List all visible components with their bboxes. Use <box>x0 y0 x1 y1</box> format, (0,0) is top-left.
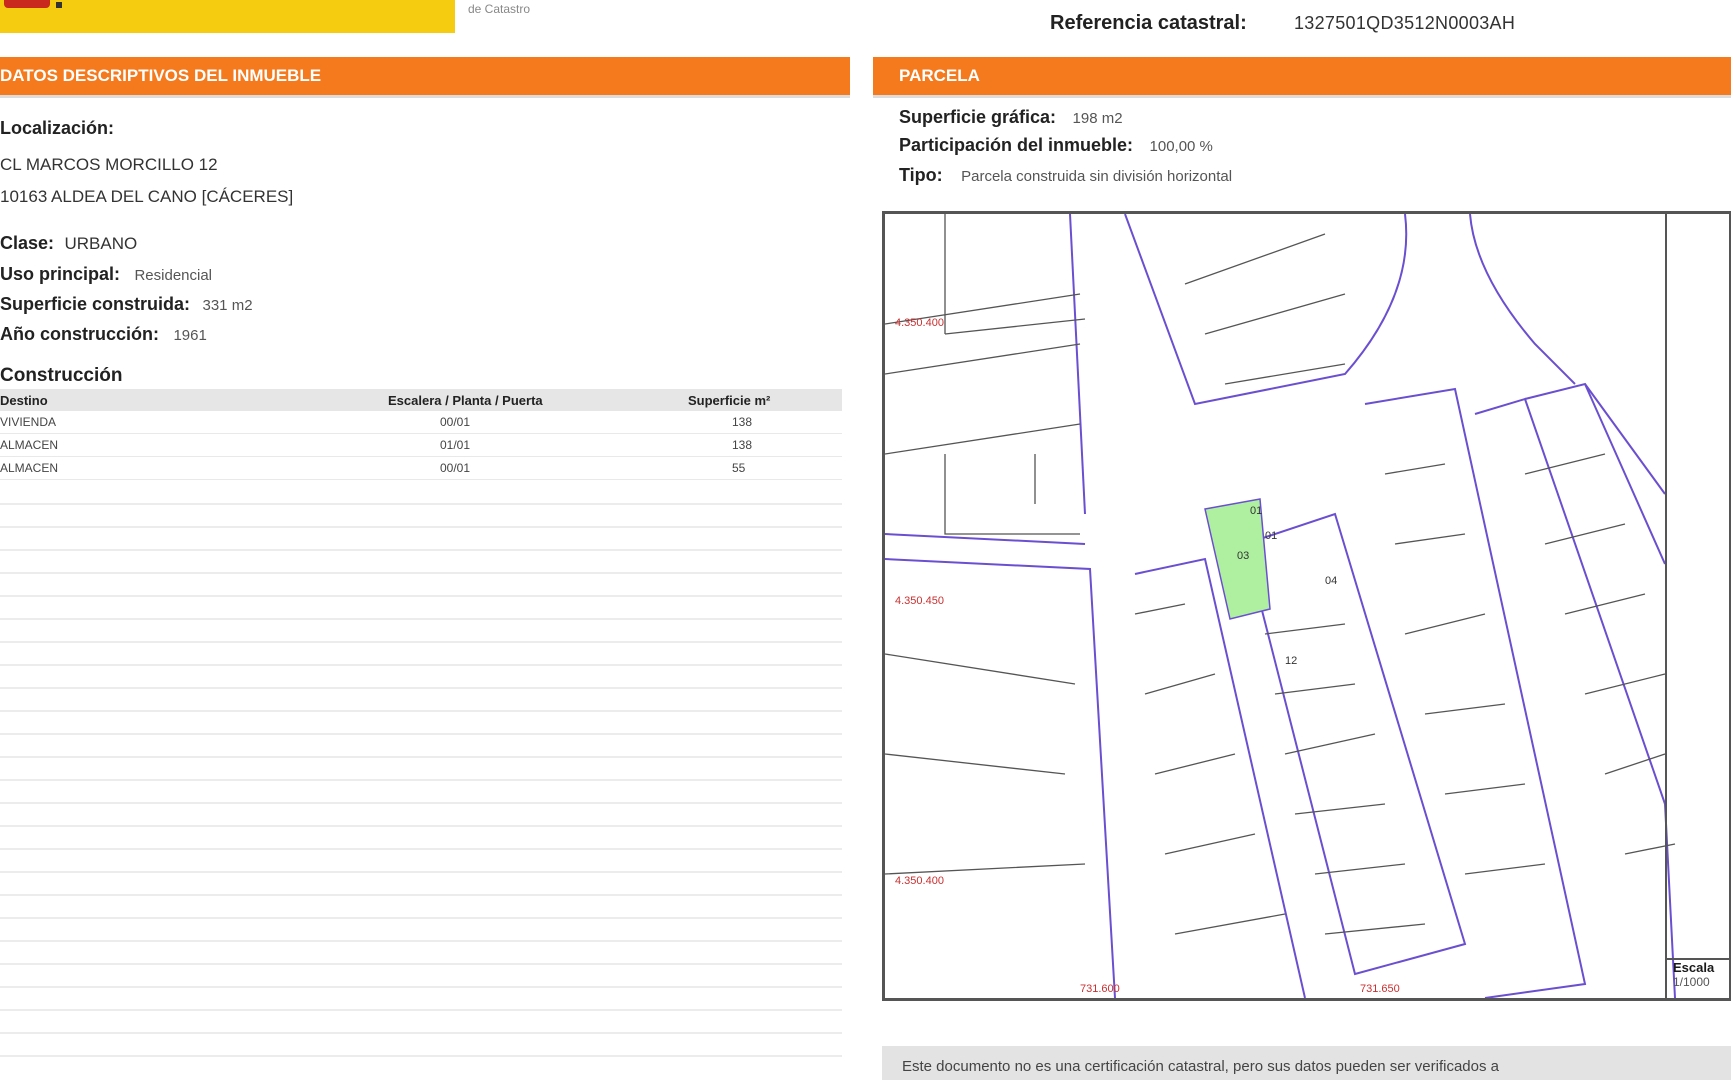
construccion-label: Construcción <box>0 365 123 386</box>
parcel-line <box>1524 453 1676 855</box>
tipo-value: Parcela construida sin división horizont… <box>961 168 1233 185</box>
sede-text: de Catastro <box>468 2 531 16</box>
anio-value: 1961 <box>173 327 207 344</box>
coord-label: 4.350.450 <box>895 595 944 607</box>
sup-grafica-row: Superficie gráfica: 198 m2 <box>899 107 1123 128</box>
anio-row: Año construcción: 1961 <box>0 324 207 345</box>
logo-mark-icon <box>56 2 62 8</box>
clase-label: Clase: <box>0 233 55 253</box>
parcel-number: 12 <box>1285 655 1297 667</box>
scale-value: 1/1000 <box>1673 975 1710 989</box>
coord-label: 731.600 <box>1080 983 1120 995</box>
cell-destino: ALMACEN <box>0 438 59 452</box>
sup-grafica-value: 198 m2 <box>1072 110 1123 127</box>
participacion-label: Participación del inmueble: <box>899 135 1134 155</box>
section-title-parcela: PARCELA <box>899 66 980 85</box>
col-header-superficie: Superficie m² <box>688 393 771 408</box>
col-header-destino: Destino <box>0 393 48 408</box>
ref-label: Referencia catastral: <box>1050 12 1247 34</box>
street-line <box>884 533 1086 545</box>
cell-destino: ALMACEN <box>0 461 59 475</box>
clase-row: Clase: URBANO <box>0 233 137 254</box>
superficie-row: Superficie construida: 331 m2 <box>0 294 253 315</box>
parcel-number: 01 <box>1250 505 1262 517</box>
footer-note: Este documento no es una certificación c… <box>882 1046 1731 1080</box>
scale-box: Escala 1/1000 <box>1667 958 1731 1000</box>
tipo-label: Tipo: <box>899 165 943 185</box>
address-line2: 10163 ALDEA DEL CANO [CÁCERES] <box>0 187 294 206</box>
uso-row: Uso principal: Residencial <box>0 264 212 285</box>
table-row: ALMACEN 01/01 138 <box>0 434 842 457</box>
block-outline <box>1364 387 1587 999</box>
table-header: Destino Escalera / Planta / Puerta Super… <box>0 389 842 411</box>
tipo-row: Tipo: Parcela construida sin división ho… <box>899 165 1232 186</box>
sup-grafica-label: Superficie gráfica: <box>899 107 1057 127</box>
table-row: ALMACEN 00/01 55 <box>0 457 842 480</box>
table-empty-rows <box>0 482 842 1072</box>
cadastral-map-svg: 4.350.400 4.350.450 4.350.400 731.600 73… <box>884 213 1676 999</box>
table-row: VIVIENDA 00/01 138 <box>0 411 842 434</box>
block-outline <box>1474 397 1676 999</box>
parcel-number: 03 <box>1237 550 1249 562</box>
street-line <box>884 558 1116 999</box>
cadastral-map: 4.350.400 4.350.450 4.350.400 731.600 73… <box>882 211 1731 1001</box>
participacion-row: Participación del inmueble: 100,00 % <box>899 135 1213 156</box>
uso-value: Residencial <box>134 267 213 284</box>
superficie-label: Superficie construida: <box>0 294 191 314</box>
parcel-line <box>884 653 1086 875</box>
section-title-descriptive: DATOS DESCRIPTIVOS DEL INMUEBLE <box>0 66 322 85</box>
clase-value: URBANO <box>64 234 138 253</box>
coord-label: 4.350.400 <box>895 875 944 887</box>
uso-label: Uso principal: <box>0 264 121 284</box>
participacion-value: 100,00 % <box>1149 138 1213 155</box>
block-outline <box>1243 512 1467 976</box>
coord-label: 4.350.400 <box>895 317 944 329</box>
superficie-value: 331 m2 <box>202 297 253 314</box>
anio-label: Año construcción: <box>0 324 160 344</box>
cell-escalera: 01/01 <box>440 438 471 452</box>
parcel-line <box>944 454 1080 535</box>
section-bar-descriptive: DATOS DESCRIPTIVOS DEL INMUEBLE <box>0 57 850 98</box>
construction-table: Destino Escalera / Planta / Puerta Super… <box>0 389 842 480</box>
parcel-line <box>1384 463 1546 875</box>
block-outline <box>1134 557 1306 999</box>
block-outline <box>1524 382 1666 565</box>
coat-of-arms-icon <box>4 0 50 8</box>
cell-superficie: 55 <box>732 461 746 475</box>
legend-separator <box>1665 214 1667 998</box>
parcel-line <box>884 214 1086 335</box>
localizacion-label: Localización: <box>0 118 115 138</box>
col-header-escalera: Escalera / Planta / Puerta <box>388 393 543 408</box>
block-outline <box>1584 383 1666 495</box>
ref-value: 1327501QD3512N0003AH <box>1294 13 1516 33</box>
section-bar-parcela: PARCELA <box>873 57 1731 98</box>
parcel-number: 01 <box>1265 530 1277 542</box>
address-line1: CL MARCOS MORCILLO 12 <box>0 155 218 174</box>
cell-superficie: 138 <box>732 415 753 429</box>
parcel-line <box>884 343 1081 455</box>
block-outline <box>1124 213 1408 406</box>
logo-bar <box>0 0 455 33</box>
cell-escalera: 00/01 <box>440 415 471 429</box>
cell-escalera: 00/01 <box>440 461 471 475</box>
coord-label: 731.650 <box>1360 983 1400 995</box>
cell-destino: VIVIENDA <box>0 415 57 429</box>
street-line <box>1069 213 1086 515</box>
cell-superficie: 138 <box>732 438 753 452</box>
parcel-number: 04 <box>1325 575 1337 587</box>
parcel-line <box>1264 623 1426 935</box>
parcel-line <box>1184 233 1346 385</box>
parcel-line <box>1134 603 1286 935</box>
scale-label: Escala <box>1673 960 1715 975</box>
street-curve <box>1469 213 1576 385</box>
